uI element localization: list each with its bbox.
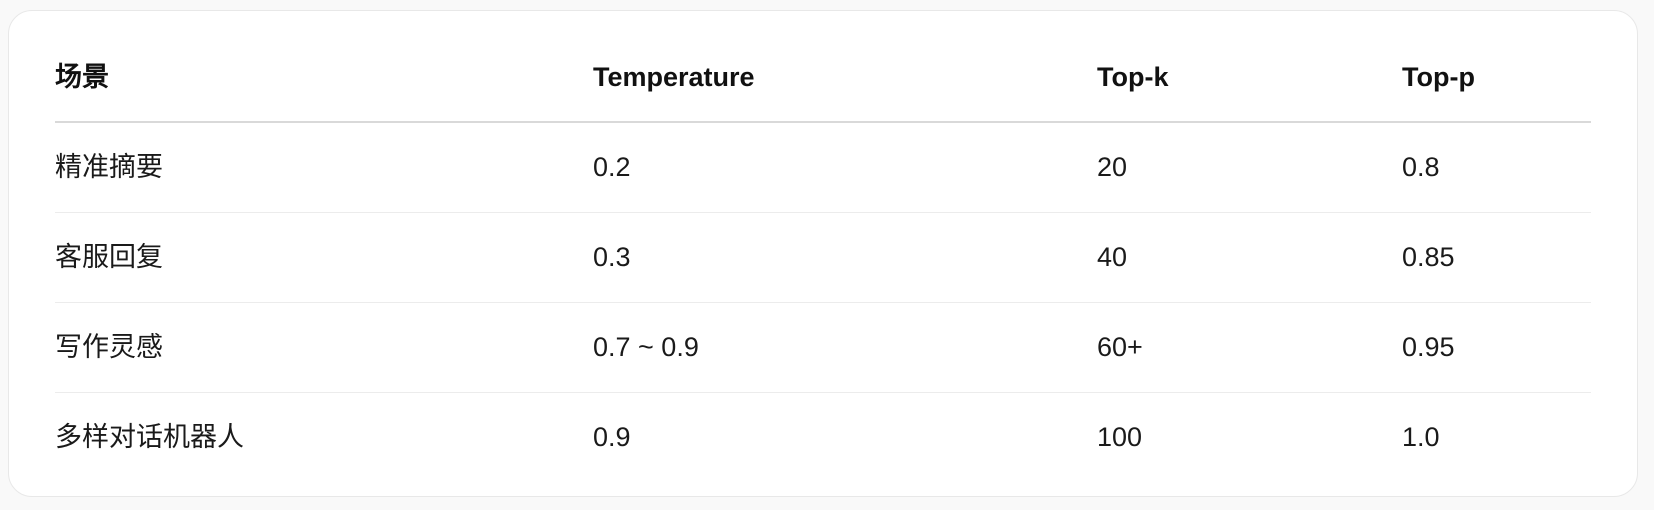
parameters-table: 场景 Temperature Top-k Top-p 精准摘要 0.2 20 0… <box>55 33 1591 482</box>
cell-top-k: 100 <box>1097 422 1143 452</box>
table-row: 写作灵感 0.7 ~ 0.9 60+ 0.95 <box>55 302 1591 393</box>
table-card: 场景 Temperature Top-k Top-p 精准摘要 0.2 20 0… <box>8 10 1638 497</box>
table-row: 客服回复 0.3 40 0.85 <box>55 212 1591 303</box>
table-row: 多样对话机器人 0.9 100 1.0 <box>55 393 1591 483</box>
header-top-p: Top-p <box>1402 33 1591 123</box>
cell-temperature: 0.2 <box>593 122 1097 213</box>
cell-scenario: 客服回复 <box>55 212 593 303</box>
cell-top-p: 0.8 <box>1402 122 1591 213</box>
cell-top-k: 20 <box>1097 122 1402 213</box>
header-top-k: Top-k <box>1097 33 1402 123</box>
cell-top-p: 0.95 <box>1402 302 1591 393</box>
table-row: 精准摘要 0.2 20 0.8 <box>55 122 1591 213</box>
cell-top-p: 0.85 <box>1402 212 1591 303</box>
cell-top-k: 40 <box>1097 212 1402 303</box>
cell-temperature: 0.9 <box>593 422 631 452</box>
table-header-row: 场景 Temperature Top-k Top-p <box>55 33 1591 123</box>
cell-temperature: 0.7 ~ 0.9 <box>593 302 1097 393</box>
header-temperature: Temperature <box>593 33 1097 123</box>
cell-top-k: 60+ <box>1097 302 1402 393</box>
cell-scenario: 精准摘要 <box>55 122 593 213</box>
cell-top-p: 1.0 <box>1402 422 1440 452</box>
cell-scenario: 多样对话机器人 <box>55 422 244 452</box>
cell-temperature: 0.3 <box>593 212 1097 303</box>
cell-scenario: 写作灵感 <box>55 302 593 393</box>
header-scenario: 场景 <box>55 33 593 123</box>
